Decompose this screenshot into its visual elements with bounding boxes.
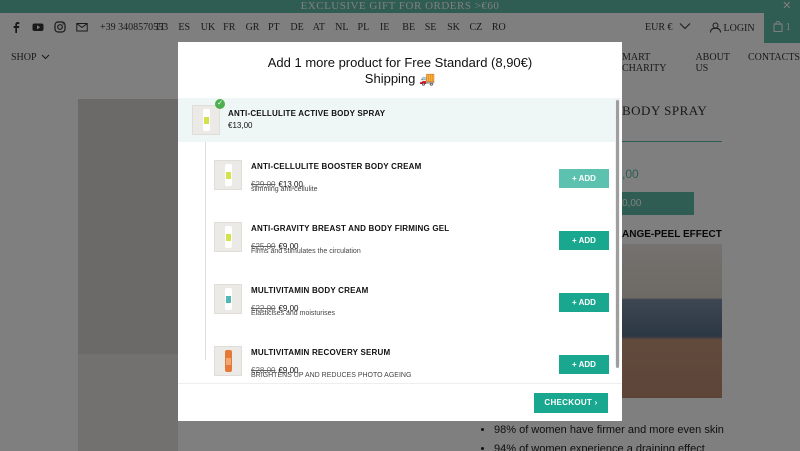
product-thumbnail xyxy=(192,105,220,135)
product-thumbnail xyxy=(214,222,242,252)
scrollbar-thumb[interactable] xyxy=(616,100,619,368)
upsell-name: MULTIVITAMIN BODY CREAM xyxy=(251,286,369,295)
cart-item-name: ANTI-CELLULITE ACTIVE BODY SPRAY xyxy=(228,109,386,118)
modal-footer-divider xyxy=(178,383,622,384)
add-button[interactable]: + ADD xyxy=(559,169,609,188)
upsell-item: ANTI-GRAVITY BREAST AND BODY FIRMING GEL… xyxy=(178,216,618,278)
upsell-name: ANTI-CELLULITE BOOSTER BODY CREAM xyxy=(251,162,422,171)
upsell-item: MULTIVITAMIN BODY CREAM €22,00 €9,00 Elas… xyxy=(178,278,618,340)
upsell-description: BRIGHTENS UP AND REDUCES PHOTO AGEING xyxy=(251,372,412,379)
check-icon: ✓ xyxy=(215,99,225,109)
upsell-modal: Add 1 more product for Free Standard (8,… xyxy=(178,42,622,421)
upsell-name: ANTI-GRAVITY BREAST AND BODY FIRMING GEL xyxy=(251,224,450,233)
add-button[interactable]: + ADD xyxy=(559,293,609,312)
product-thumbnail xyxy=(214,160,242,190)
checkout-button[interactable]: CHECKOUT › xyxy=(534,393,608,413)
modal-title-line2: Shipping 🚚 xyxy=(364,71,436,86)
upsell-description: Firms and stimulates the circulation xyxy=(251,248,361,255)
modal-title: Add 1 more product for Free Standard (8,… xyxy=(178,55,622,87)
cart-item: ✓ ANTI-CELLULITE ACTIVE BODY SPRAY €13,0… xyxy=(178,98,618,142)
product-thumbnail xyxy=(214,284,242,314)
product-thumbnail xyxy=(214,346,242,376)
modal-title-line1: Add 1 more product for Free Standard (8,… xyxy=(267,55,533,70)
upsell-name: MULTIVITAMIN RECOVERY SERUM xyxy=(251,348,391,357)
upsell-item: ANTI-CELLULITE BOOSTER BODY CREAM €29,00… xyxy=(178,154,618,216)
cart-item-price: €13,00 xyxy=(228,121,253,130)
add-button[interactable]: + ADD xyxy=(559,355,609,374)
add-button[interactable]: + ADD xyxy=(559,231,609,250)
upsell-description: Elasticises and moisturises xyxy=(251,310,336,317)
upsell-description: slimming anti-cellulite xyxy=(251,186,318,193)
